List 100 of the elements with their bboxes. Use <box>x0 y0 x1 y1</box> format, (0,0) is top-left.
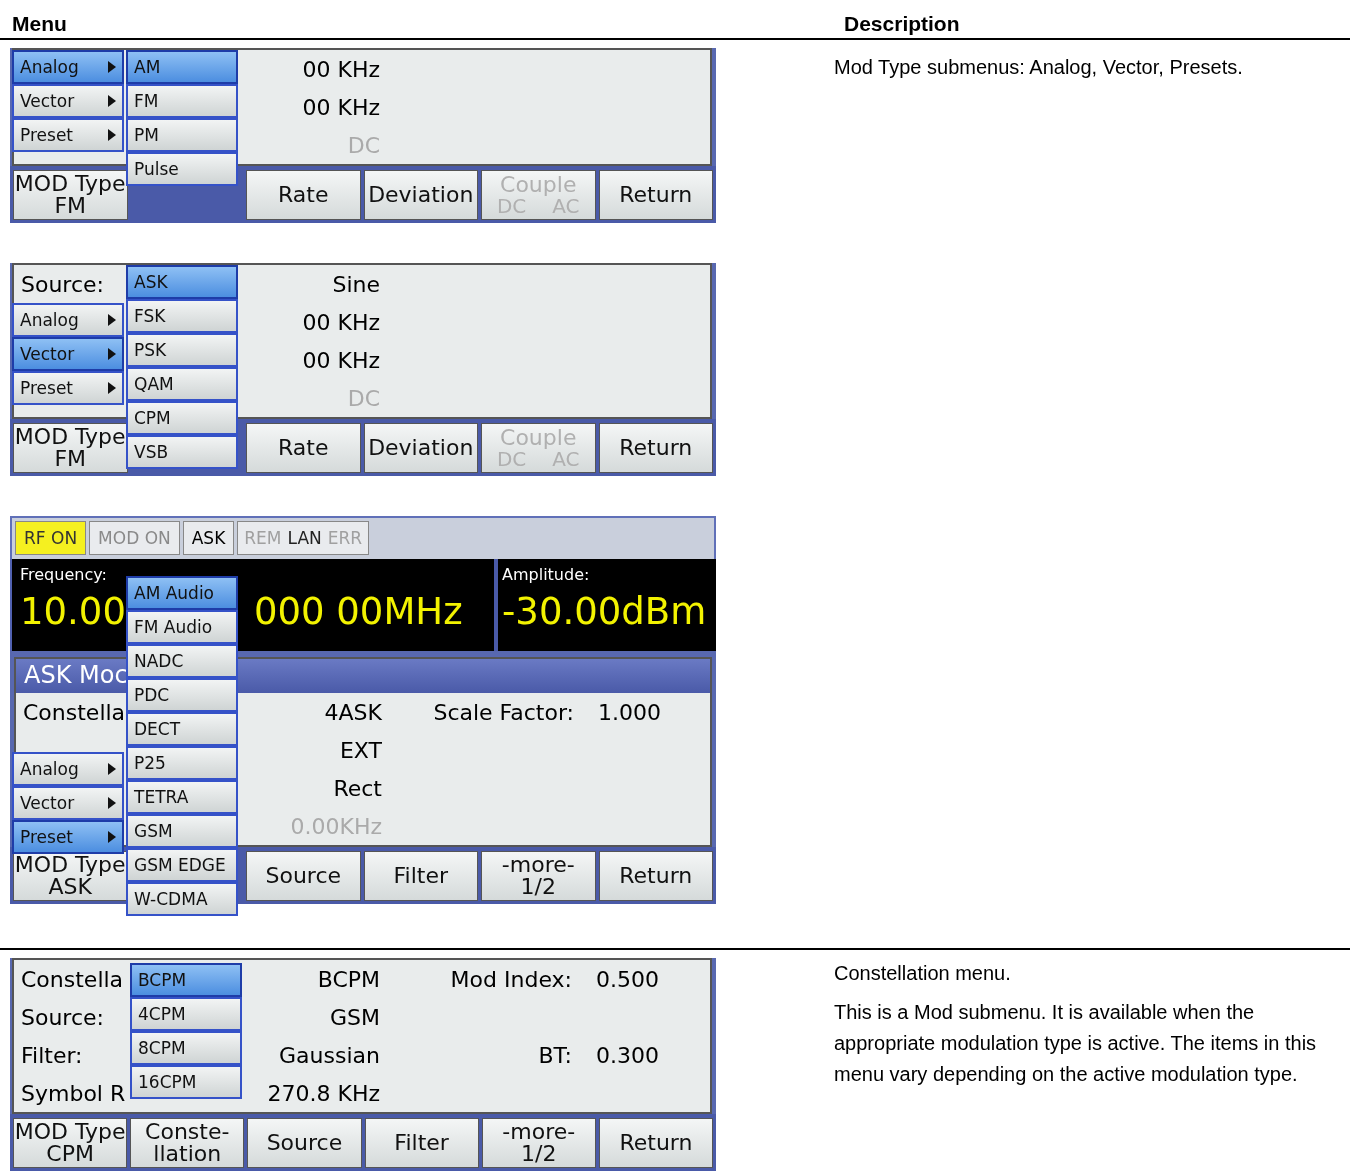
menu-item[interactable]: 16CPM <box>130 1065 242 1099</box>
menu-item[interactable]: PM <box>126 118 238 152</box>
field-value: GSM <box>330 1004 380 1030</box>
menu-item[interactable]: PSK <box>126 333 238 367</box>
field-value: 1.000 <box>598 699 661 725</box>
field-value: Rect <box>333 775 382 801</box>
softkey-button[interactable]: -more- 1/2 <box>481 1118 596 1168</box>
softkey-button[interactable]: Rate <box>246 170 361 220</box>
field-label: Symbol R <box>21 1080 126 1106</box>
field-label: Mod Index: <box>450 966 572 992</box>
amplitude-value: -30.00dBm <box>502 590 708 633</box>
softkey-button[interactable]: Return <box>598 851 713 901</box>
frequency-value: 10.00 <box>20 590 126 633</box>
triangle-icon <box>108 831 116 843</box>
menu-item[interactable]: Preset <box>12 820 124 854</box>
menu-item[interactable]: 4CPM <box>130 997 242 1031</box>
softkey-button[interactable]: Deviation <box>363 423 478 473</box>
menu-item[interactable]: FM Audio <box>126 610 238 644</box>
description-text: Mod Type submenus: Analog, Vector, Presets. <box>834 55 1244 80</box>
menu-item[interactable]: Preset <box>12 371 124 405</box>
menu-item[interactable]: GSM <box>126 814 238 848</box>
field-value: 00 KHz <box>302 56 380 82</box>
softkey-button[interactable]: -more- 1/2 <box>481 851 596 901</box>
softkey-button[interactable]: Source <box>247 1118 362 1168</box>
menu-item[interactable]: NADC <box>126 644 238 678</box>
softkey-button[interactable]: Return <box>598 1118 714 1168</box>
field-value: EXT <box>339 737 382 763</box>
status-indicator: MOD ON <box>89 521 180 555</box>
menu-item[interactable]: P25 <box>126 746 238 780</box>
indicator-label: LAN <box>287 528 322 548</box>
triangle-icon <box>108 797 116 809</box>
menu-item[interactable]: 8CPM <box>130 1031 242 1065</box>
description-text: Constellation menu. <box>834 961 1012 986</box>
field-value: Sine <box>332 271 380 297</box>
field-value: DC <box>347 132 380 158</box>
field-value: DC <box>347 385 380 411</box>
field-value: 00 KHz <box>302 94 380 120</box>
triangle-icon <box>108 314 116 326</box>
menu-item[interactable]: W-CDMA <box>126 882 238 916</box>
indicator-label: REM <box>244 528 282 548</box>
menu-item[interactable]: Preset <box>12 118 124 152</box>
menu-item[interactable]: Vector <box>12 84 124 118</box>
menu-item[interactable]: ASK <box>126 265 238 299</box>
status-indicator: ASK <box>182 521 235 555</box>
amplitude-label: Amplitude: <box>502 565 591 584</box>
triangle-icon <box>108 763 116 775</box>
menu-item[interactable]: TETRA <box>126 780 238 814</box>
field-value: 270.8 KHz <box>267 1080 380 1106</box>
field-label: Scale Factor: <box>433 699 574 725</box>
triangle-icon <box>108 95 116 107</box>
column-heading: Description <box>844 12 960 36</box>
triangle-icon <box>108 348 116 360</box>
softkey-button[interactable]: Conste- llation <box>130 1118 245 1168</box>
menu-item[interactable]: AM <box>126 50 238 84</box>
field-value: 0.300 <box>596 1042 659 1068</box>
menu-item[interactable]: Vector <box>12 337 124 371</box>
softkey-button[interactable]: Deviation <box>363 170 478 220</box>
softkey-button[interactable]: Filter <box>364 1118 479 1168</box>
softkey-button[interactable]: MOD Type FM <box>13 170 128 220</box>
field-label: Source: <box>21 271 104 297</box>
softkey-button[interactable]: Return <box>598 423 713 473</box>
field-label: Source: <box>21 1004 104 1030</box>
menu-item[interactable]: Vector <box>12 786 124 820</box>
menu-item[interactable]: DECT <box>126 712 238 746</box>
menu-item[interactable]: Pulse <box>126 152 238 186</box>
triangle-icon <box>108 61 116 73</box>
triangle-icon <box>108 382 116 394</box>
field-label: Constella <box>21 966 124 992</box>
field-value: BCPM <box>317 966 380 992</box>
softkey-button[interactable]: Return <box>598 170 713 220</box>
frequency-value: 000 00MHz <box>253 590 463 633</box>
triangle-icon <box>108 129 116 141</box>
softkey-button[interactable]: MOD Type CPM <box>13 1118 128 1168</box>
softkey-button[interactable]: Source <box>246 851 361 901</box>
field-label: Filter: <box>21 1042 83 1068</box>
menu-item[interactable]: AM Audio <box>126 576 238 610</box>
menu-item[interactable]: FSK <box>126 299 238 333</box>
menu-item[interactable]: Analog <box>12 752 124 786</box>
field-value: 4ASK <box>324 699 382 725</box>
menu-item[interactable]: CPM <box>126 401 238 435</box>
indicator-label: ERR <box>327 528 363 548</box>
menu-item[interactable]: VSB <box>126 435 238 469</box>
menu-item[interactable]: QAM <box>126 367 238 401</box>
menu-item[interactable]: Analog <box>12 303 124 337</box>
menu-item[interactable]: FM <box>126 84 238 118</box>
field-label: Constella <box>23 699 126 725</box>
softkey-button[interactable]: MOD Type FM <box>13 423 128 473</box>
softkey-button[interactable]: MOD Type ASK <box>13 851 128 901</box>
softkey-button[interactable]: Filter <box>363 851 478 901</box>
status-indicator: RF ON <box>15 521 87 555</box>
softkey-button[interactable]: Rate <box>246 423 361 473</box>
menu-item[interactable]: GSM EDGE <box>126 848 238 882</box>
field-value: 00 KHz <box>302 347 380 373</box>
field-value: 00 KHz <box>302 309 380 335</box>
field-value: 0.500 <box>596 966 659 992</box>
frequency-label: Frequency: <box>20 565 108 584</box>
menu-item[interactable]: BCPM <box>130 963 242 997</box>
menu-item[interactable]: Analog <box>12 50 124 84</box>
menu-item[interactable]: PDC <box>126 678 238 712</box>
column-heading: Menu <box>12 12 68 36</box>
